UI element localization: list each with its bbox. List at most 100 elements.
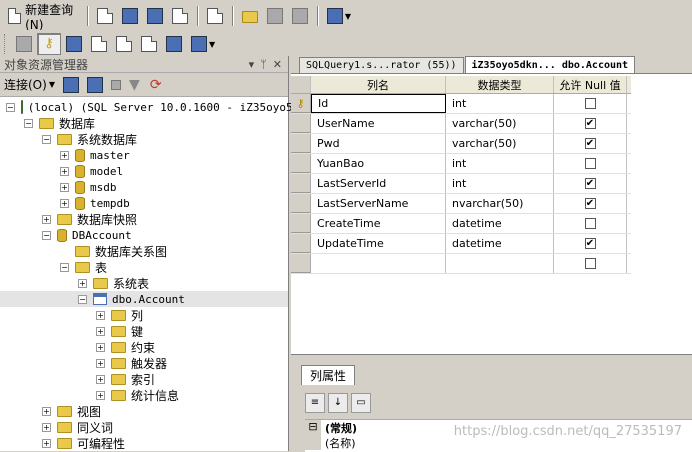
data-type-cell[interactable]: int: [446, 94, 554, 113]
allow-null-checkbox[interactable]: [584, 258, 596, 269]
activity-monitor-button[interactable]: ▼: [323, 5, 355, 27]
tree-expander-icon[interactable]: +: [42, 422, 51, 432]
allow-null-checkbox[interactable]: [584, 158, 596, 169]
tree-node[interactable]: + 可编程性: [0, 435, 288, 451]
table-row[interactable]: YuanBao int: [291, 154, 631, 174]
categorized-icon[interactable]: ≡: [305, 393, 325, 413]
xml-index-button[interactable]: [137, 33, 161, 55]
allow-null-checkbox[interactable]: [584, 98, 596, 109]
tree-expander-icon[interactable]: +: [60, 166, 69, 176]
connect-icon[interactable]: [62, 76, 79, 93]
allow-null-checkbox[interactable]: [584, 218, 596, 229]
row-selector[interactable]: [291, 194, 311, 213]
tree-node[interactable]: − 数据库: [0, 115, 288, 131]
indexes-button[interactable]: [87, 33, 111, 55]
row-selector[interactable]: [291, 134, 311, 153]
toolbar-grip[interactable]: [4, 34, 8, 54]
tree-node[interactable]: + master: [0, 147, 288, 163]
tree-node[interactable]: − DBAccount: [0, 227, 288, 243]
panel-menu-icon[interactable]: ▾: [249, 58, 255, 71]
tree-expander-icon[interactable]: +: [96, 310, 105, 320]
dmx-query-button[interactable]: [143, 5, 167, 27]
new-query-button[interactable]: 新建查询(N): [4, 3, 82, 32]
column-name-cell[interactable]: LastServerName: [311, 194, 446, 213]
tree-node[interactable]: + 键: [0, 323, 288, 339]
print-button[interactable]: [288, 5, 312, 27]
tree-node[interactable]: + 数据库快照: [0, 211, 288, 227]
primary-key-icon[interactable]: ⚷: [291, 94, 311, 113]
tree-expander-icon[interactable]: −: [60, 262, 69, 272]
tree-expander-icon[interactable]: −: [42, 230, 51, 240]
xmla-query-button[interactable]: [168, 5, 192, 27]
allow-null-checkbox[interactable]: ✔: [584, 198, 596, 209]
allow-null-checkbox[interactable]: ✔: [584, 178, 596, 189]
tree-expander-icon[interactable]: −: [78, 294, 87, 304]
table-row[interactable]: UserName varchar(50) ✔: [291, 114, 631, 134]
row-selector[interactable]: [291, 234, 311, 253]
new-file-button[interactable]: [203, 5, 227, 27]
table-row[interactable]: LastServerName nvarchar(50) ✔: [291, 194, 631, 214]
data-type-cell[interactable]: int: [446, 174, 554, 193]
tree-expander-icon[interactable]: +: [96, 326, 105, 336]
data-type-cell[interactable]: nvarchar(50): [446, 194, 554, 213]
fulltext-button[interactable]: [112, 33, 136, 55]
property-pages-icon[interactable]: ▭: [351, 393, 371, 413]
data-type-cell[interactable]: datetime: [446, 234, 554, 253]
filter-icon[interactable]: ▼: [129, 77, 140, 93]
tree-expander-icon[interactable]: +: [96, 358, 105, 368]
tree-expander-icon[interactable]: +: [42, 214, 51, 224]
tree-expander-icon[interactable]: +: [60, 198, 69, 208]
stop-icon[interactable]: [110, 79, 121, 90]
tree-expander-icon[interactable]: +: [96, 374, 105, 384]
mdx-query-button[interactable]: [118, 5, 142, 27]
tree-expander-icon[interactable]: +: [60, 150, 69, 160]
tree-expander-icon[interactable]: +: [42, 406, 51, 416]
tree-node[interactable]: + msdb: [0, 179, 288, 195]
close-icon[interactable]: ✕: [273, 58, 282, 71]
table-row[interactable]: CreateTime datetime: [291, 214, 631, 234]
tree-node[interactable]: + 约束: [0, 339, 288, 355]
property-expander-icon[interactable]: [305, 435, 321, 450]
tree-node[interactable]: − (local) (SQL Server 10.0.1600 - iZ35oyo…: [0, 99, 293, 115]
tab-dbo-account[interactable]: iZ35oyo5dkn... dbo.Account: [464, 56, 636, 73]
data-type-cell[interactable]: datetime: [446, 214, 554, 233]
tree-expander-icon[interactable]: +: [96, 342, 105, 352]
tree-expander-icon[interactable]: +: [42, 438, 51, 448]
tree-node[interactable]: + 索引: [0, 371, 288, 387]
column-name-cell[interactable]: CreateTime: [311, 214, 446, 233]
table-row[interactable]: ⚷ Id int: [291, 94, 631, 114]
tree-expander-icon[interactable]: −: [42, 134, 51, 144]
tree-node[interactable]: + 统计信息: [0, 387, 288, 403]
tab-sqlquery1[interactable]: SQLQuery1.s...rator (55)): [299, 57, 464, 73]
set-primary-key-button[interactable]: ⚷: [37, 33, 61, 55]
allow-null-checkbox[interactable]: ✔: [584, 138, 596, 149]
open-button[interactable]: [238, 5, 262, 27]
table-row[interactable]: LastServerId int ✔: [291, 174, 631, 194]
tree-expander-icon[interactable]: −: [24, 118, 33, 128]
check-constraints-button[interactable]: [162, 33, 186, 55]
tree-node[interactable]: − 表: [0, 259, 288, 275]
tree-node[interactable]: − 系统数据库: [0, 131, 288, 147]
property-expander-icon[interactable]: ⊟: [305, 420, 321, 435]
table-row[interactable]: [291, 254, 631, 274]
column-name-cell[interactable]: LastServerId: [311, 174, 446, 193]
tree-node[interactable]: + tempdb: [0, 195, 288, 211]
relationships-button[interactable]: [62, 33, 86, 55]
data-type-cell[interactable]: [446, 254, 554, 273]
row-selector[interactable]: [291, 154, 311, 173]
tree-node[interactable]: 数据库关系图: [0, 243, 288, 259]
tree-expander-icon[interactable]: +: [78, 278, 87, 288]
allow-null-checkbox[interactable]: ✔: [584, 118, 596, 129]
tree-node[interactable]: + 列: [0, 307, 288, 323]
row-selector[interactable]: [291, 254, 311, 273]
tree-node[interactable]: + 系统表: [0, 275, 288, 291]
generate-script-button[interactable]: [12, 33, 36, 55]
data-type-cell[interactable]: varchar(50): [446, 114, 554, 133]
tree-expander-icon[interactable]: +: [60, 182, 69, 192]
connect-dropdown[interactable]: 连接(O) ▼: [4, 76, 55, 93]
disconnect-icon[interactable]: [86, 76, 103, 93]
column-name-cell[interactable]: UpdateTime: [311, 234, 446, 253]
row-selector[interactable]: [291, 174, 311, 193]
tab-column-properties[interactable]: 列属性: [301, 365, 356, 385]
column-name-cell[interactable]: [311, 254, 446, 273]
